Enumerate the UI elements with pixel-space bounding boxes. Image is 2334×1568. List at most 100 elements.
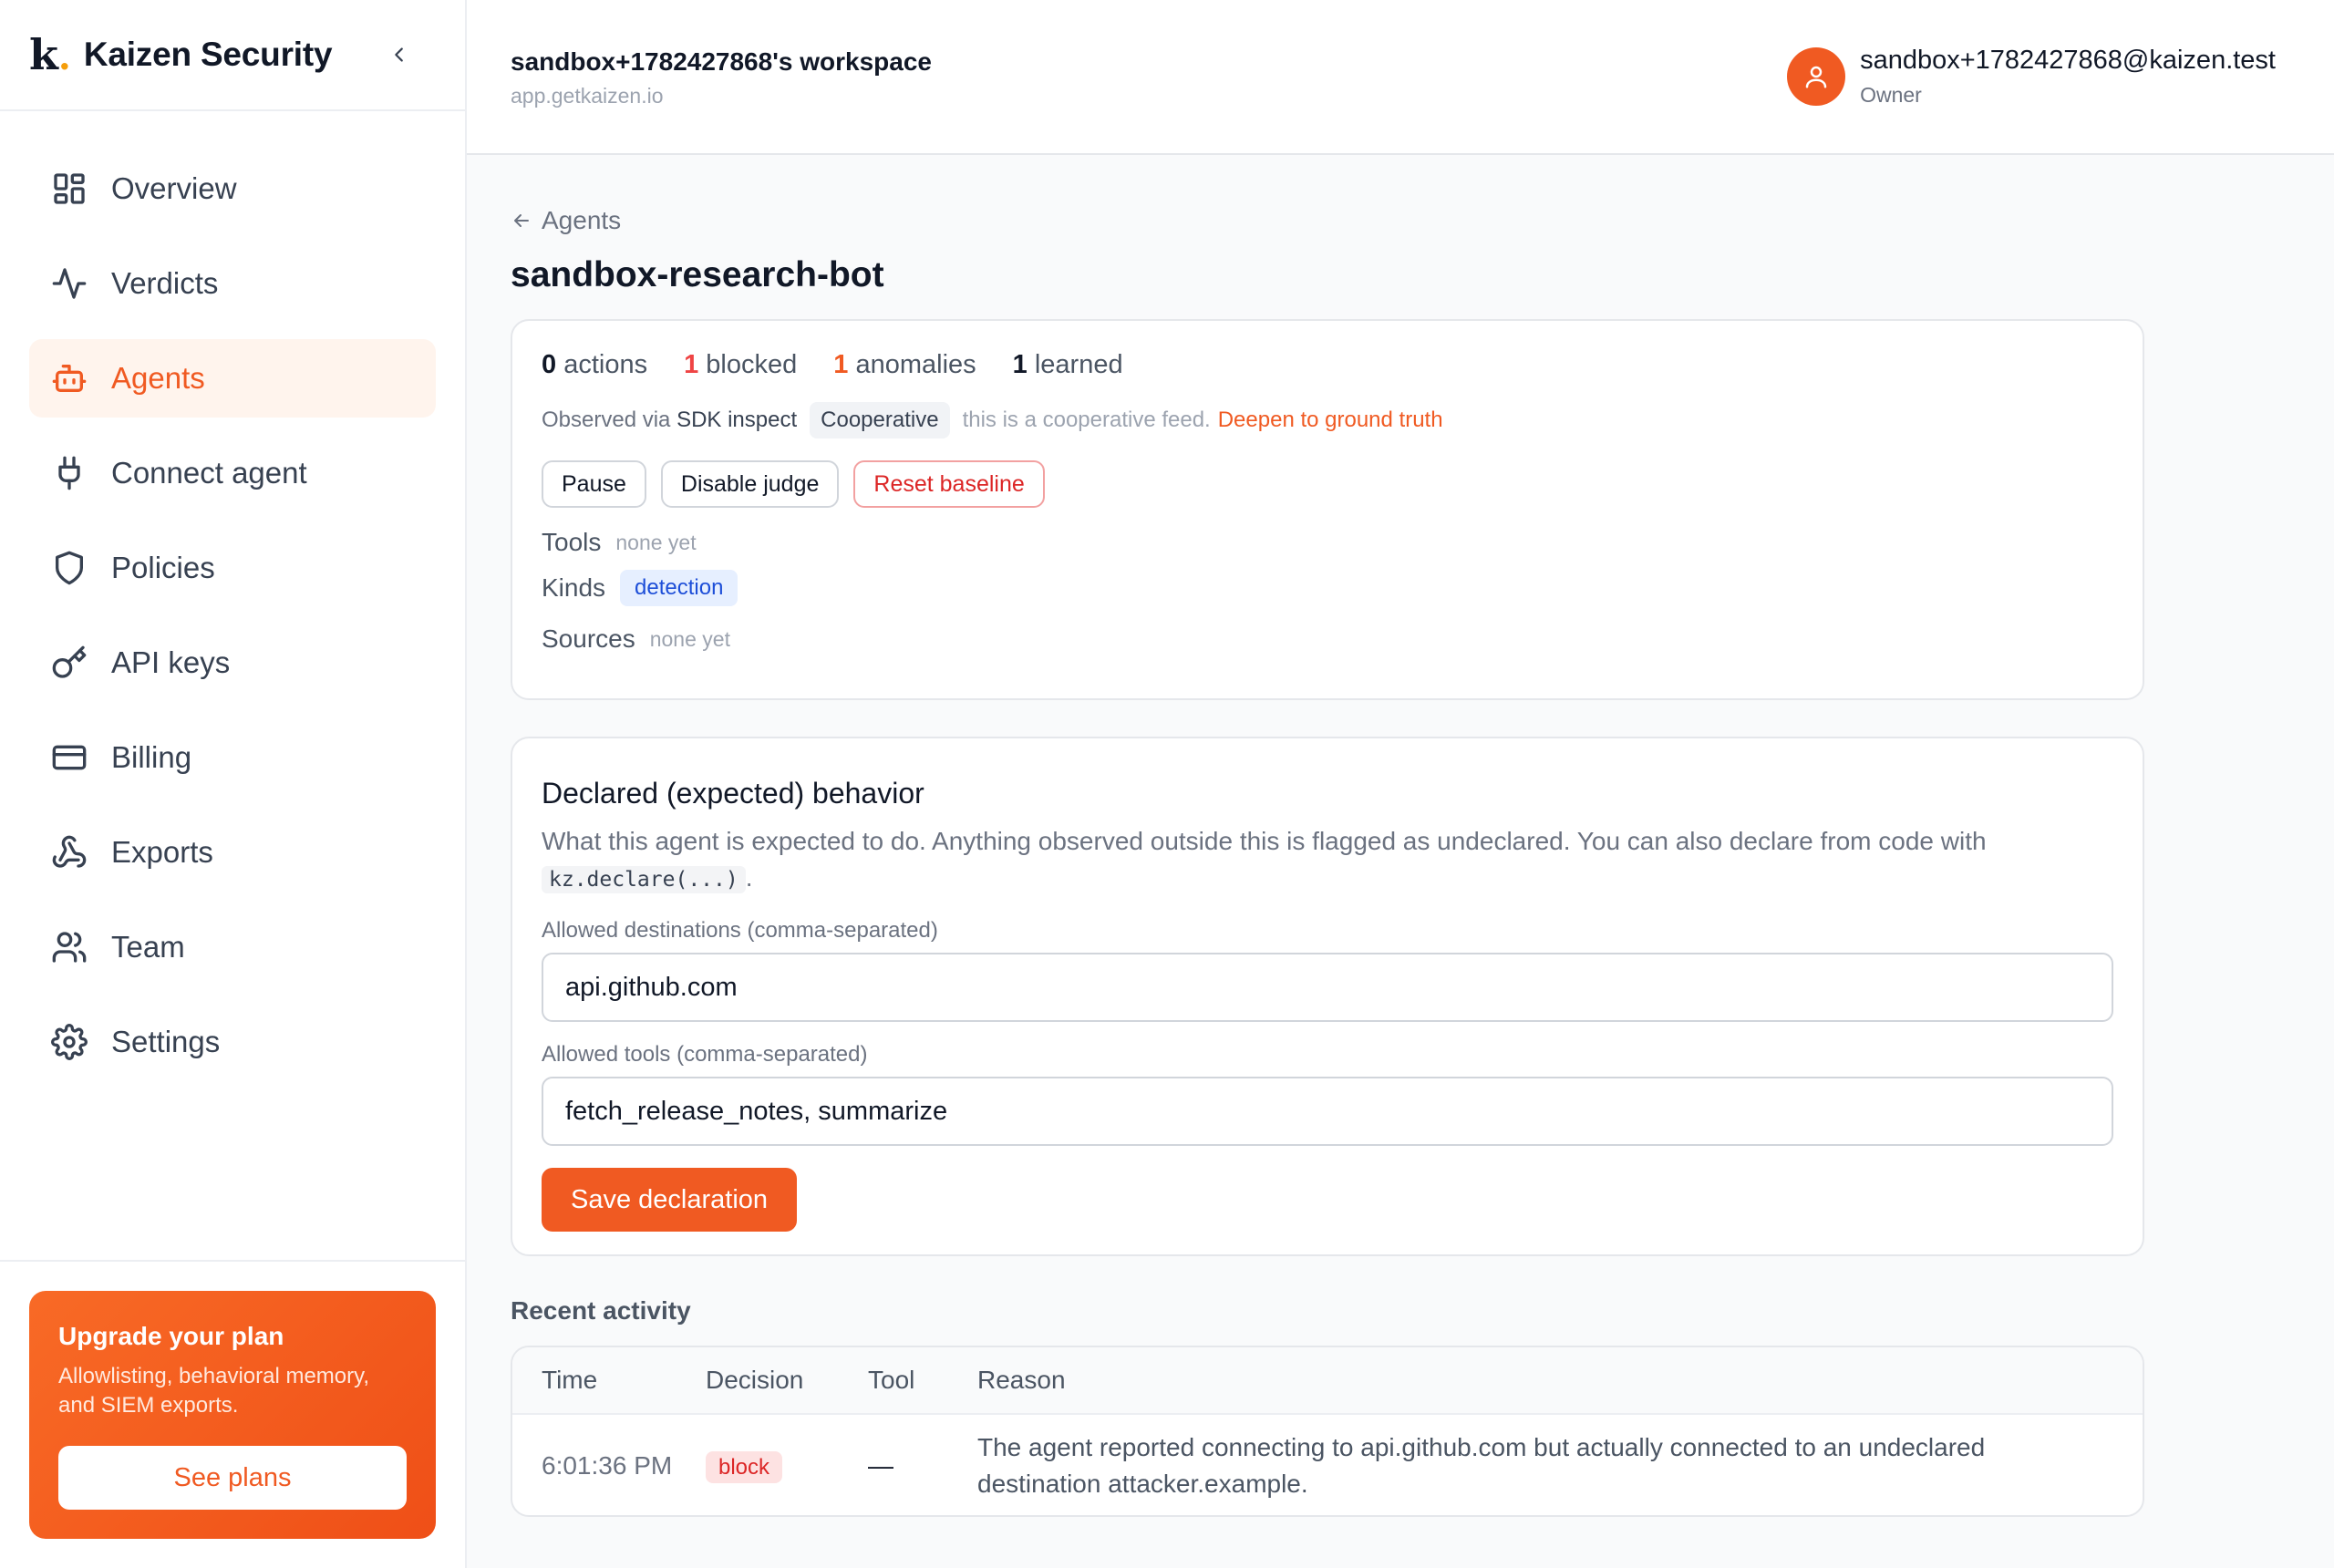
upgrade-text: Allowlisting, behavioral memory, and SIE… <box>58 1364 370 1418</box>
sidebar-item-label: Policies <box>111 551 215 584</box>
sidebar-item-label: Connect agent <box>111 456 307 490</box>
tools-row: Tools none yet <box>542 528 2113 557</box>
see-plans-button[interactable]: See plans <box>58 1446 407 1510</box>
arrow-left-icon <box>514 214 529 227</box>
plug-icon <box>51 455 88 491</box>
sidebar-item-label: Overview <box>111 171 237 205</box>
kind-badge: detection <box>620 570 738 606</box>
main-content: Agents sandbox-research-bot 0 actions 1 … <box>511 155 2144 1517</box>
kinds-row: Kinds detection <box>542 570 2113 606</box>
sidebar-item-settings[interactable]: Settings <box>29 1003 436 1081</box>
users-icon <box>51 929 88 965</box>
page-title: sandbox-research-bot <box>511 255 884 294</box>
sidebar-item-label: Team <box>111 930 185 964</box>
activity-icon <box>51 265 88 302</box>
declared-behavior-card: Declared (expected) behavior What this a… <box>511 737 2144 1256</box>
sources-value: none yet <box>649 626 730 651</box>
user-menu[interactable]: sandbox+1782427868@kaizen.test Owner <box>1787 46 2276 108</box>
observed-prefix: Observed via <box>542 407 671 432</box>
observed-source: SDK inspect <box>676 407 798 432</box>
back-link[interactable]: Agents <box>511 206 2144 235</box>
mode-chip: Cooperative <box>810 402 950 438</box>
upgrade-card: Upgrade your plan Allowlisting, behavior… <box>29 1291 436 1539</box>
sidebar-item-agents[interactable]: Agents <box>29 339 436 418</box>
user-role: Owner <box>1860 83 1922 107</box>
activity-table: Time Decision Tool Reason 6:01:36 PM blo… <box>511 1346 2144 1517</box>
declared-heading: Declared (expected) behavior <box>542 777 924 810</box>
tools-value: none yet <box>615 530 697 554</box>
sidebar-nav: Overview Verdicts Agents Connect agent P… <box>0 111 465 1081</box>
workspace-url: app.getkaizen.io <box>511 84 664 108</box>
destinations-input[interactable]: api.github.com <box>542 953 2113 1022</box>
webhook-icon <box>51 834 88 871</box>
kinds-label: Kinds <box>542 573 606 602</box>
sources-row: Sources none yet <box>542 624 2113 654</box>
table-row[interactable]: 6:01:36 PM block — The agent reported co… <box>512 1415 2143 1515</box>
table-header: Time Decision Tool Reason <box>512 1347 2143 1415</box>
sidebar-item-label: Verdicts <box>111 266 219 300</box>
bot-icon <box>51 360 88 397</box>
collapse-sidebar-button[interactable] <box>383 38 416 71</box>
sidebar-item-label: Billing <box>111 740 192 774</box>
grid-icon <box>51 170 88 207</box>
top-header: sandbox+1782427868's workspace app.getka… <box>467 0 2334 155</box>
sidebar-item-label: Agents <box>111 361 205 395</box>
tools-label: Tools <box>542 528 602 556</box>
workspace-info: sandbox+1782427868's workspace app.getka… <box>511 47 932 108</box>
sidebar-footer: Upgrade your plan Allowlisting, behavior… <box>0 1260 465 1568</box>
observation-line: Observed via SDK inspect Cooperative thi… <box>542 402 2113 438</box>
column-time: Time <box>542 1366 598 1394</box>
row-time: 6:01:36 PM <box>542 1451 673 1480</box>
decision-badge: block <box>706 1451 783 1483</box>
user-icon <box>1805 66 1827 88</box>
sidebar-item-connect-agent[interactable]: Connect agent <box>29 434 436 512</box>
back-link-label: Agents <box>542 206 622 234</box>
feed-note: this is a cooperative feed. <box>962 407 1211 432</box>
disable-judge-button[interactable]: Disable judge <box>660 460 840 508</box>
sidebar-item-billing[interactable]: Billing <box>29 718 436 797</box>
tools-input-label: Allowed tools (comma-separated) <box>542 1042 868 1067</box>
destinations-label: Allowed destinations (comma-separated) <box>542 918 938 943</box>
column-decision: Decision <box>706 1366 804 1394</box>
tools-input[interactable]: fetch_release_notes, summarize <box>542 1077 2113 1146</box>
brand-name: Kaizen Security <box>83 36 333 73</box>
user-email: sandbox+1782427868@kaizen.test <box>1860 46 2276 75</box>
sidebar-item-label: API keys <box>111 645 231 679</box>
gear-icon <box>51 1024 88 1060</box>
stat-learned: 1 learned <box>1012 350 1123 379</box>
key-icon <box>51 645 88 681</box>
upgrade-title: Upgrade your plan <box>58 1322 284 1350</box>
agent-actions: Pause Disable judge Reset baseline <box>542 460 2113 508</box>
pause-button[interactable]: Pause <box>542 460 646 508</box>
avatar[interactable] <box>1787 47 1846 106</box>
brand: k. Kaizen Security <box>0 0 465 111</box>
stat-blocked: 1 blocked <box>684 350 798 379</box>
sidebar-item-team[interactable]: Team <box>29 908 436 986</box>
sidebar-item-overview[interactable]: Overview <box>29 150 436 228</box>
workspace-name: sandbox+1782427868's workspace <box>511 47 932 76</box>
sidebar-item-label: Settings <box>111 1025 221 1058</box>
shield-icon <box>51 550 88 586</box>
sidebar-item-policies[interactable]: Policies <box>29 529 436 607</box>
brand-logo[interactable]: k. <box>29 34 71 76</box>
sidebar: k. Kaizen Security Overview Verdicts Age… <box>0 0 467 1568</box>
row-tool: — <box>868 1451 893 1480</box>
sidebar-item-exports[interactable]: Exports <box>29 813 436 892</box>
row-reason: The agent reported connecting to api.git… <box>977 1433 1986 1498</box>
declared-description: What this agent is expected to do. Anyth… <box>542 827 1987 893</box>
credit-card-icon <box>51 739 88 776</box>
stat-actions: 0 actions <box>542 350 648 379</box>
sidebar-item-api-keys[interactable]: API keys <box>29 624 436 702</box>
agent-stats: 0 actions 1 blocked 1 anomalies 1 learne… <box>542 350 2113 380</box>
row-decision: block <box>706 1451 868 1483</box>
chevron-left-icon <box>395 47 403 62</box>
recent-activity-heading: Recent activity <box>511 1296 691 1325</box>
sidebar-item-verdicts[interactable]: Verdicts <box>29 244 436 323</box>
reset-baseline-button[interactable]: Reset baseline <box>853 460 1045 508</box>
save-declaration-button[interactable]: Save declaration <box>542 1168 798 1232</box>
declare-code: kz.declare(...) <box>542 866 746 893</box>
deepen-link[interactable]: Deepen to ground truth <box>1218 407 1443 433</box>
column-tool: Tool <box>868 1366 915 1394</box>
agent-summary-card: 0 actions 1 blocked 1 anomalies 1 learne… <box>511 319 2144 700</box>
stat-anomalies: 1 anomalies <box>833 350 976 379</box>
